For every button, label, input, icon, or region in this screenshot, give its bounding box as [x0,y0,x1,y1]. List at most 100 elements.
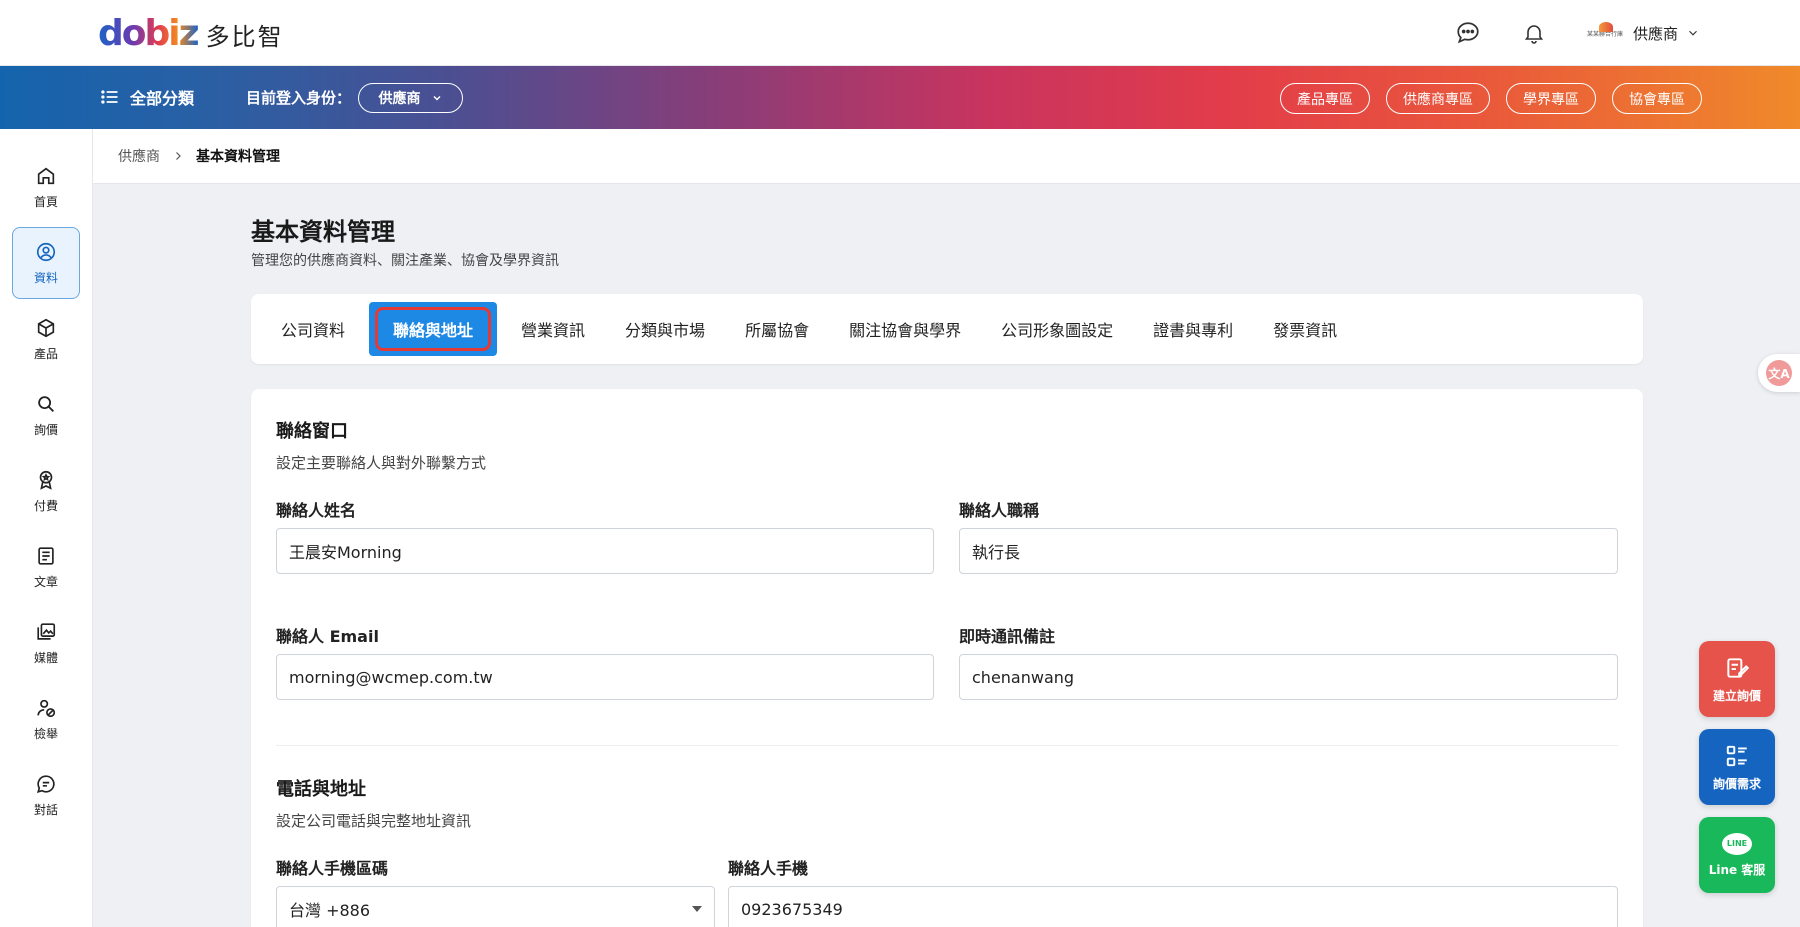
page-title: 基本資料管理 [251,218,395,246]
sidebar-item-profile[interactable]: 資料 [12,227,80,299]
user-menu[interactable]: 某某聯合行庫 供應商 [1585,22,1700,44]
tab-certificates[interactable]: 證書與專利 [1133,302,1253,356]
translate-button[interactable]: 文A [1758,354,1800,392]
contact-form-card: 聯絡窗口 設定主要聯絡人與對外聯繫方式 聯絡人姓名 聯絡人職稱 聯絡人 Emai… [251,389,1643,927]
all-categories-label: 全部分類 [130,89,195,108]
tab-company-info[interactable]: 公司資料 [261,302,365,356]
create-inquiry-label: 建立詢價 [1712,688,1761,703]
sidebar-item-label: 付費 [33,498,58,513]
sidebar-item-payment[interactable]: 付費 [12,455,80,527]
sidebar-item-label: 詢價 [33,422,58,437]
breadcrumb-current: 基本資料管理 [196,149,280,165]
edit-note-icon [1727,657,1750,678]
page-subtitle: 管理您的供應商資料、關注產業、協會及學界資訊 [251,253,559,269]
sidebar-item-media[interactable]: 媒體 [12,607,80,679]
translate-icon: 文A [1766,360,1792,386]
mobile-code-value: 台灣 +886 [289,901,371,920]
sidebar-item-articles[interactable]: 文章 [12,531,80,603]
breadcrumb: 供應商 基本資料管理 [93,129,1800,184]
create-inquiry-button[interactable]: 建立詢價 [1699,641,1775,717]
contact-name-label: 聯絡人姓名 [276,501,357,520]
role-select-value: 供應商 [378,91,421,107]
home-icon [37,167,55,184]
search-icon [38,395,54,412]
zone-links: 產品專區 供應商專區 學界專區 協會專區 [1280,83,1702,114]
messages-icon[interactable] [1453,18,1483,48]
mobile-code-select[interactable]: 台灣 +886 [276,886,715,927]
all-categories-button[interactable]: 全部分類 [100,85,194,109]
top-header: dobiz 多比智 某某聯合行庫 供應商 [0,0,1800,66]
contact-name-input[interactable] [276,528,934,574]
phone-section-title: 電話與地址 [276,779,366,800]
tab-associations[interactable]: 所屬協會 [725,302,829,356]
list-icon [101,90,118,104]
main-navbar: 全部分類 目前登入身份： 供應商 產品專區 供應商專區 學界專區 協會專區 [0,66,1800,129]
sidebar-item-label: 資料 [33,270,58,285]
contact-title-input[interactable] [959,528,1618,574]
line-service-button[interactable]: LINE Line 客服 [1699,817,1775,893]
tab-invoice-info[interactable]: 發票資訊 [1253,302,1357,356]
sidebar-item-label: 檢舉 [33,726,58,741]
chevron-right-icon [176,152,181,160]
contact-section-title: 聯絡窗口 [276,421,348,442]
zone-products-button[interactable]: 產品專區 [1280,83,1370,114]
mobile-input[interactable] [728,886,1618,927]
tab-contact-address[interactable]: 聯絡與地址 [369,302,498,356]
im-note-input[interactable] [959,654,1618,700]
sidebar-item-home[interactable]: 首頁 [12,151,80,223]
sidebar-item-chat[interactable]: 對話 [12,759,80,831]
brand-mark: dobiz [98,13,200,54]
sidebar-item-report[interactable]: 檢舉 [12,683,80,755]
sidebar-item-label: 首頁 [33,194,58,209]
chevron-down-icon [1689,30,1697,36]
mobile-label: 聯絡人手機 [728,859,809,878]
zone-associations-button[interactable]: 協會專區 [1612,83,1702,114]
media-icon [37,622,56,640]
badge-icon [39,470,53,490]
company-logo: 某某聯合行庫 [1585,22,1625,44]
tab-business-info[interactable]: 營業資訊 [501,302,605,356]
tab-label: 聯絡與地址 [393,321,474,340]
sidebar-item-label: 文章 [33,574,58,589]
inquiry-needs-button[interactable]: 詢價需求 [1699,729,1775,805]
chat-icon [36,774,55,793]
contact-section-subtitle: 設定主要聯絡人與對外聯繫方式 [276,454,487,472]
sidebar-item-label: 媒體 [33,650,58,665]
user-role: 供應商 [1632,24,1678,43]
tab-company-images[interactable]: 公司形象圖設定 [981,302,1133,356]
sidebar-item-inquiry[interactable]: 詢價 [12,379,80,451]
contact-email-input[interactable] [276,654,934,700]
inquiry-needs-label: 詢價需求 [1712,776,1761,791]
im-note-label: 即時通訊備註 [959,627,1056,646]
caret-down-icon [692,906,702,912]
company-logo-text: 某某聯合行庫 [1586,30,1623,38]
box-icon [37,318,55,337]
list-grid-icon [1726,745,1747,766]
login-as-label: 目前登入身份： [246,89,352,107]
profile-tabs: 公司資料 聯絡與地址 營業資訊 分類與市場 所屬協會 關注協會與學界 公司形象圖… [251,294,1643,364]
mobile-code-label: 聯絡人手機區碼 [276,859,389,878]
report-icon [37,699,56,717]
left-sidebar: 首頁 資料 產品 詢價 付費 文章 媒體 檢舉 對話 [0,129,93,927]
section-divider [276,745,1618,746]
tab-followed-associations[interactable]: 關注協會與學界 [829,302,981,356]
article-icon [38,546,54,565]
phone-section-subtitle: 設定公司電話與完整地址資訊 [276,812,472,830]
tab-category-market[interactable]: 分類與市場 [605,302,725,356]
breadcrumb-parent[interactable]: 供應商 [118,146,160,166]
line-service-label: Line 客服 [1708,862,1766,877]
sidebar-item-products[interactable]: 產品 [12,303,80,375]
contact-email-label: 聯絡人 Email [276,627,379,646]
contact-title-label: 聯絡人職稱 [959,501,1040,520]
bell-icon[interactable] [1519,18,1549,48]
line-icon: LINE [1722,832,1752,855]
sidebar-item-label: 產品 [33,346,58,361]
brand-name: 多比智 [205,22,284,51]
brand-logo[interactable]: dobiz 多比智 [98,16,284,52]
sidebar-item-label: 對話 [33,802,58,817]
chevron-down-icon [432,95,441,101]
user-circle-icon [36,242,56,261]
role-select[interactable]: 供應商 [358,83,463,113]
zone-suppliers-button[interactable]: 供應商專區 [1386,83,1490,114]
zone-academia-button[interactable]: 學界專區 [1506,83,1596,114]
